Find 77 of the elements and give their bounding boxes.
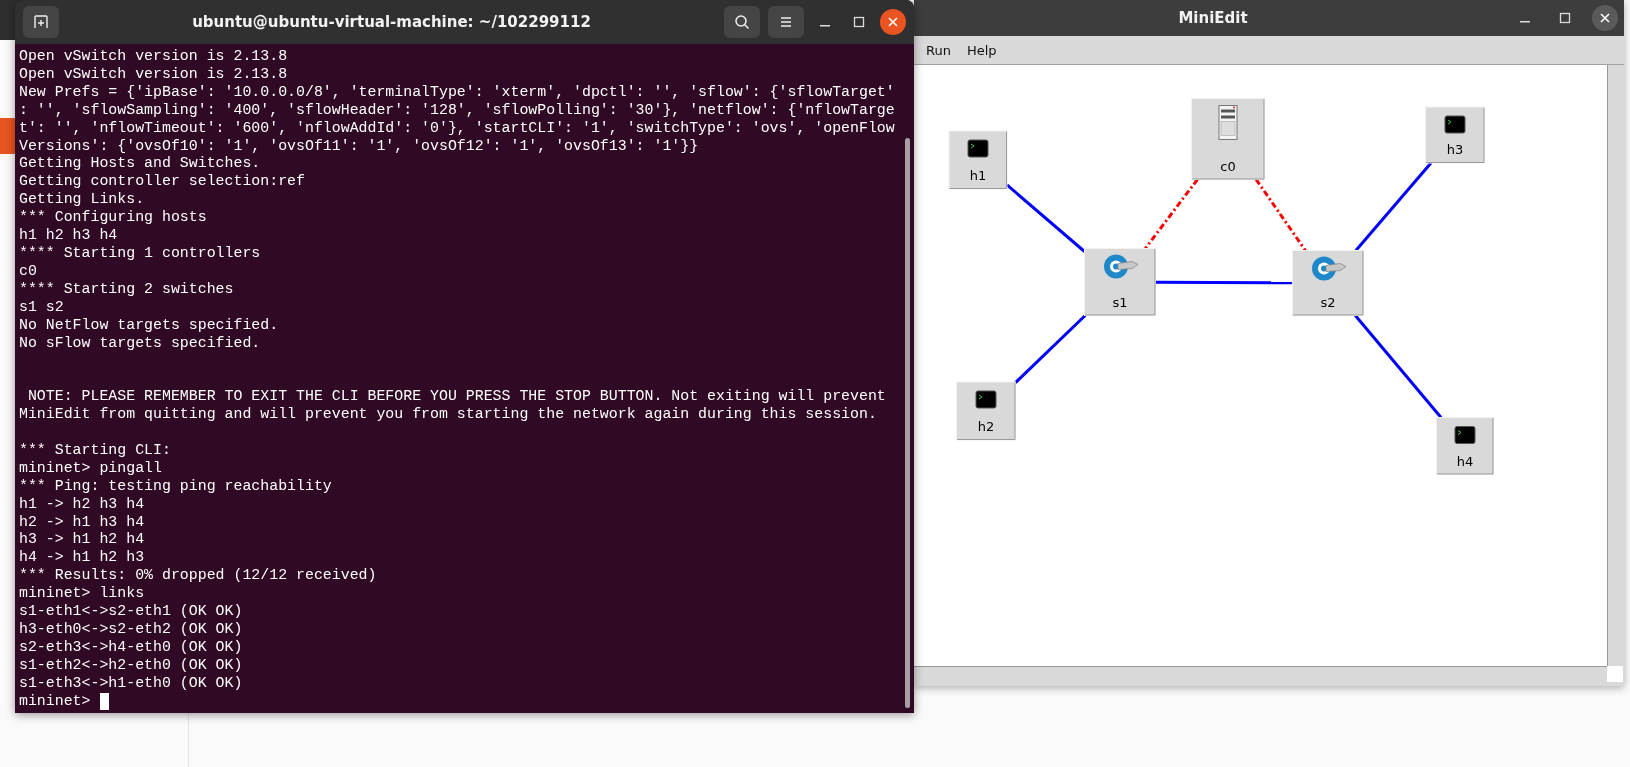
- terminal-line: mininet> pingall: [19, 459, 162, 478]
- menu-item[interactable]: Run: [920, 40, 957, 60]
- terminal-line: MiniEdit from quitting and will prevent you from starting the network again during this session.: [19, 406, 877, 424]
- switch-node[interactable]: s1: [1084, 248, 1156, 316]
- minimize-icon: [1520, 21, 1530, 23]
- close-button[interactable]: [880, 9, 906, 35]
- search-button[interactable]: [724, 6, 760, 38]
- terminal-icon: [967, 139, 989, 158]
- terminal-line: s2-eth3<->h4-eth0 (OK OK): [19, 638, 243, 657]
- terminal-line: s1-eth1<->s2-eth1 (OK OK): [19, 603, 243, 621]
- terminal-line: NOTE: PLEASE REMEMBER TO EXIT THE CLI BEFORE YOU PRESS THE STOP BUTTON. Not exiting will prevent: [26, 388, 886, 407]
- terminal-line: *** Results: 0% dropped (12/12 received): [19, 567, 377, 586]
- minimize-icon: [820, 25, 830, 27]
- terminal-line: *** Configuring hosts: [19, 209, 207, 228]
- terminal-line: mininet> links: [19, 585, 145, 604]
- terminal-line: *** Ping: testing ping reachability: [19, 477, 332, 496]
- host-node[interactable]: h4: [1436, 417, 1494, 475]
- switch-node[interactable]: s2: [1292, 250, 1364, 316]
- new-tab-button[interactable]: [23, 6, 59, 38]
- close-icon: [887, 16, 899, 28]
- terminal-line: New Prefs = {'ipBase': '10.0.0.0/8', 'terminalType': 'xterm', 'dpctl': '', 'sflow': {'sflowTarget': [19, 83, 895, 102]
- control-link-line[interactable]: [1254, 178, 1307, 252]
- host-node[interactable]: h1: [948, 130, 1008, 190]
- maximize-icon: [853, 16, 865, 28]
- window-title: MiniEdit: [1177, 9, 1249, 27]
- window-title: ubuntu@ubuntu-virtual-machine: ~/102299112: [191, 13, 592, 31]
- close-icon: [1599, 12, 1611, 24]
- terminal-line: Open vSwitch version is 2.13.8: [19, 65, 288, 84]
- terminal-line: h1 -> h2 h3 h4: [19, 495, 145, 514]
- new-tab-icon: [33, 14, 49, 30]
- terminal-line: Versions': {'ovsOf10': '1', 'ovsOf11': '1', 'ovsOf12': '1', 'ovsOf13': '1'}}: [19, 137, 699, 156]
- switch-icon: [1312, 256, 1347, 281]
- terminal-line: h3-eth0<->s2-eth2 (OK OK): [19, 620, 243, 639]
- terminal-line: Open vSwitch version is 2.13.8: [19, 48, 288, 66]
- maximize-icon: [1559, 12, 1571, 24]
- server-icon: [1218, 105, 1238, 140]
- terminal-line: mininet>: [19, 692, 91, 711]
- close-button[interactable]: [1592, 5, 1618, 31]
- controller-node[interactable]: c0: [1191, 98, 1265, 180]
- host-node[interactable]: h3: [1425, 106, 1485, 164]
- terminal-line: c0: [19, 262, 37, 281]
- control-link-line[interactable]: [1144, 178, 1199, 250]
- terminal-line: s1-eth3<->h1-eth0 (OK OK): [19, 674, 243, 693]
- terminal-line: No NetFlow targets specified.: [19, 316, 279, 335]
- menu-item[interactable]: Help: [960, 40, 1003, 60]
- terminal-icon: [975, 390, 997, 409]
- scrollbar-corner: [1607, 666, 1623, 682]
- terminal-line: s1-eth2<->h2-eth0 (OK OK): [19, 656, 243, 675]
- link-line[interactable]: [1014, 314, 1087, 384]
- terminal-line: s1 s2: [19, 298, 64, 317]
- menu-icon: [778, 14, 794, 30]
- switch-icon: [1104, 254, 1139, 279]
- terminal-line: Getting Links.: [19, 191, 145, 210]
- terminal-line: h3 -> h1 h2 h4: [19, 531, 145, 550]
- terminal-line: **** Starting 1 controllers: [19, 244, 261, 263]
- search-icon: [734, 14, 750, 30]
- horizontal-scrollbar[interactable]: [914, 666, 1607, 682]
- terminal-line: No sFlow targets specified.: [19, 334, 261, 353]
- terminal-icon: [1454, 426, 1476, 444]
- link-line[interactable]: [1354, 162, 1433, 252]
- terminal-line: h2 -> h1 h3 h4: [19, 513, 145, 532]
- terminal-line: *** Starting CLI:: [19, 441, 171, 460]
- terminal-line: **** Starting 2 switches: [19, 280, 234, 299]
- terminal-line: : '', 'sflowSampling': '400', 'sflowHeader': '128', 'sflowPolling': '30'}, 'netflow': {'nflowTarge: [19, 101, 895, 120]
- menu-button[interactable]: [768, 6, 804, 38]
- link-line[interactable]: [1354, 314, 1443, 419]
- link-line[interactable]: [1006, 183, 1086, 253]
- link-line[interactable]: [1155, 280, 1293, 285]
- terminal-line: h4 -> h1 h2 h3: [19, 549, 145, 568]
- host-node[interactable]: h2: [956, 381, 1016, 441]
- terminal-line: h1 h2 h3 h4: [19, 227, 118, 245]
- scrollbar[interactable]: [905, 138, 910, 708]
- terminal-line: Getting Hosts and Switches.: [19, 155, 261, 174]
- selected-item-highlight: [0, 118, 16, 154]
- terminal-icon: [1444, 115, 1466, 134]
- terminal-line: t': '', 'nflowTimeout': '600', 'nflowAddId': '0'}, 'startCLI': '1', 'switchType': 'ovs', 'openFlow: [19, 119, 895, 138]
- terminal-line: Getting controller selection:ref: [19, 173, 305, 192]
